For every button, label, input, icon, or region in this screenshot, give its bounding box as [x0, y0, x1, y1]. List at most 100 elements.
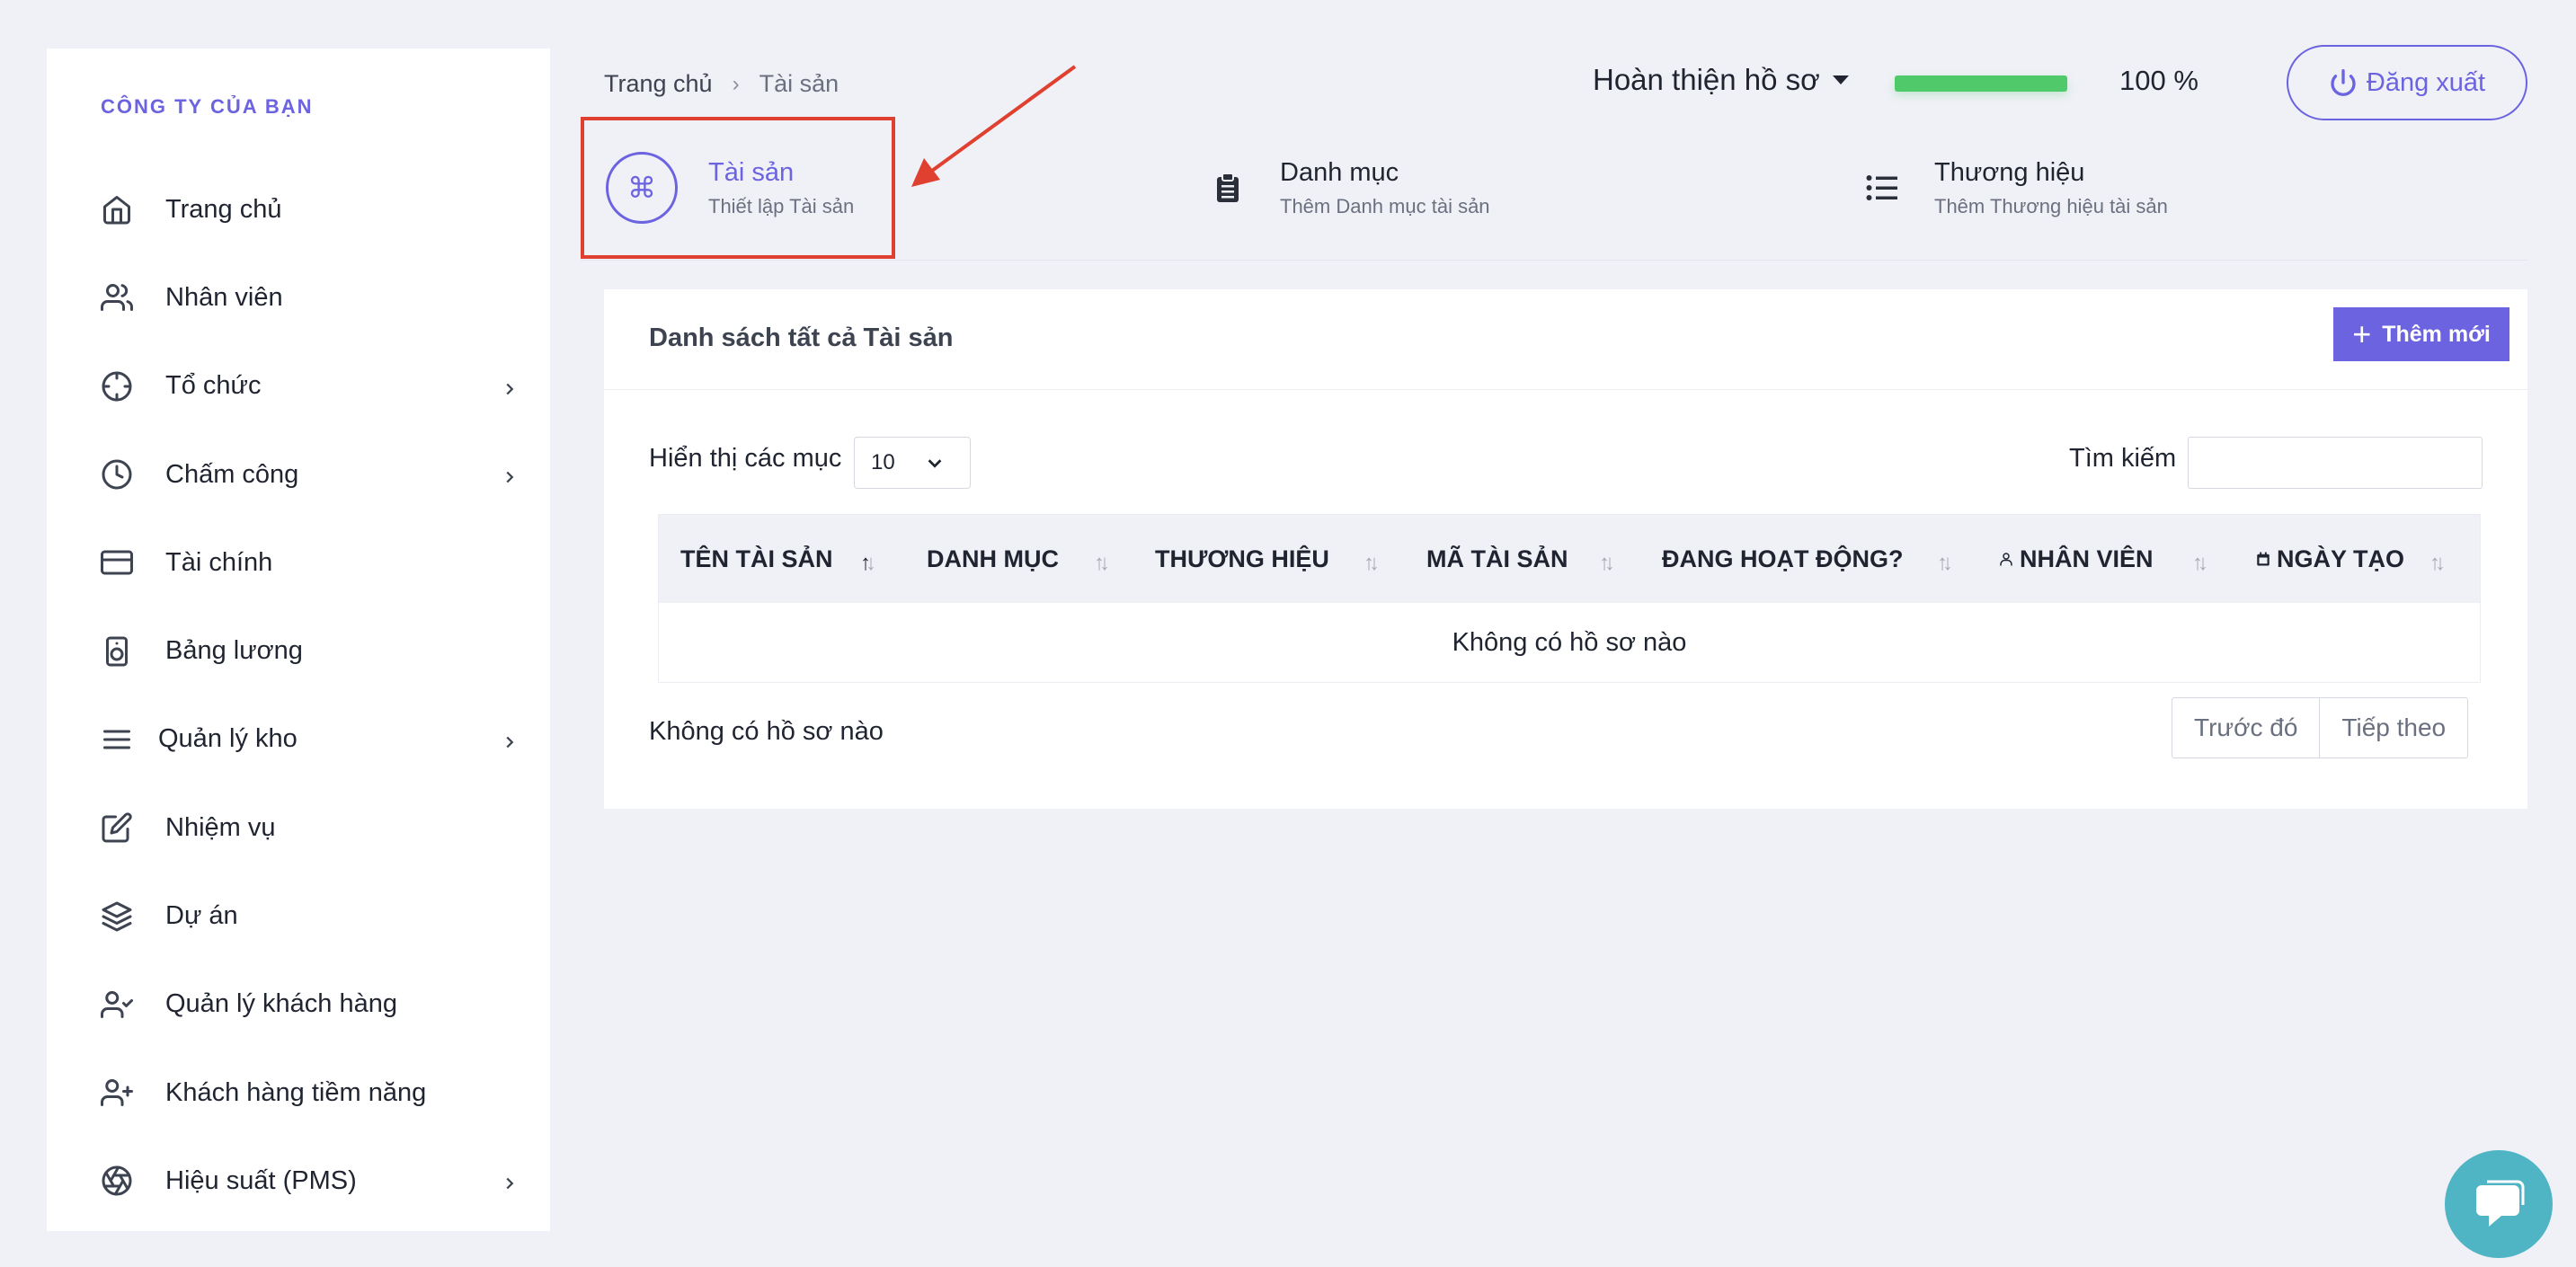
layers-icon	[99, 899, 135, 935]
chevron-right-icon	[500, 465, 520, 484]
tab-assets[interactable]: ⌘ Tài sản Thiết lập Tài sản	[581, 117, 895, 259]
table-info: Không có hồ sơ nào	[649, 717, 884, 746]
column-header-category[interactable]: DANH MỤC	[927, 515, 1059, 603]
sidebar-item-label: Dự án	[165, 901, 238, 931]
card-title: Danh sách tất cả Tài sản	[649, 323, 954, 352]
column-header-label: DANH MỤC	[927, 545, 1059, 572]
chevron-right-icon	[500, 377, 520, 396]
sidebar-item-label: Quản lý khách hàng	[165, 989, 397, 1019]
sidebar-item-label: Chấm công	[165, 459, 299, 489]
calendar-icon	[2257, 552, 2270, 566]
clock-icon	[99, 456, 135, 492]
tab-title: Tài sản	[708, 157, 795, 187]
asset-tabs: ⌘ Tài sản Thiết lập Tài sản Danh mục Thê…	[581, 117, 2527, 261]
sidebar-item-customers[interactable]: Quản lý khách hàng	[99, 961, 512, 1049]
search-label: Tìm kiếm	[2069, 444, 2177, 473]
progress-percent: 100 %	[2119, 65, 2198, 96]
tab-brands[interactable]: Thương hiệu Thêm Thương hiệu tài sản	[1864, 117, 2168, 259]
add-new-button[interactable]: + Thêm mới	[2333, 307, 2509, 361]
next-page-button[interactable]: Tiếp theo	[2319, 698, 2467, 758]
sort-icon: ↑↓	[2429, 551, 2446, 575]
tab-subtitle: Thiết lập Tài sản	[708, 194, 855, 217]
tab-title: Thương hiệu	[1934, 157, 2085, 187]
crosshair-icon	[99, 368, 135, 404]
plus-icon: +	[2352, 315, 2372, 352]
breadcrumb-current: Tài sản	[759, 70, 839, 97]
column-header-label: MÃ TÀI SẢN	[1426, 545, 1568, 572]
column-header-active[interactable]: ĐANG HOẠT ĐỘNG?	[1662, 515, 1903, 603]
sidebar-item-projects[interactable]: Dự án	[99, 872, 512, 960]
sort-icon: ↑↓	[1599, 551, 1615, 575]
tab-subtitle: Thêm Thương hiệu tài sản	[1934, 194, 2168, 217]
command-icon: ⌘	[606, 152, 678, 224]
user-icon	[2000, 553, 2012, 566]
chevron-right-icon	[500, 1171, 520, 1191]
column-header-asset-name[interactable]: TÊN TÀI SẢN	[680, 515, 833, 603]
user-check-icon	[99, 987, 135, 1023]
sidebar-item-organization[interactable]: Tổ chức	[99, 342, 514, 430]
profile-completion-dropdown[interactable]: Hoàn thiện hồ sơ	[1593, 63, 1849, 97]
sidebar-item-label: Bảng lương	[165, 636, 303, 666]
chat-icon	[2476, 1180, 2525, 1227]
column-header-label: NHÂN VIÊN	[2020, 545, 2154, 572]
progress-fill	[1895, 75, 2067, 92]
edit-icon	[99, 810, 135, 846]
sidebar-item-label: Nhân viên	[165, 282, 283, 312]
home-icon	[99, 191, 135, 227]
chat-widget-button[interactable]	[2445, 1150, 2553, 1258]
sidebar-item-label: Nhiệm vụ	[165, 812, 276, 842]
table-empty-row: Không có hồ sơ nào	[659, 603, 2480, 682]
sidebar-item-home[interactable]: Trang chủ	[99, 165, 512, 253]
column-header-label: TÊN TÀI SẢN	[680, 545, 833, 572]
logout-label: Đăng xuất	[2366, 67, 2486, 97]
profile-progress-bar	[1895, 75, 2067, 92]
sidebar: CÔNG TY CỦA BẠN Trang chủ Nhân viên Tổ c…	[47, 49, 550, 1231]
card-header: Danh sách tất cả Tài sản + Thêm mới	[604, 289, 2527, 390]
previous-page-button[interactable]: Trước đó	[2172, 698, 2319, 758]
sort-icon: ↑↓	[1364, 551, 1380, 575]
user-plus-icon	[99, 1075, 135, 1111]
users-icon	[99, 279, 135, 315]
aperture-icon	[99, 1163, 135, 1199]
column-header-employee[interactable]: NHÂN VIÊN	[1998, 515, 2154, 603]
add-new-label: Thêm mới	[2382, 321, 2491, 347]
breadcrumb-separator: ›	[732, 71, 740, 96]
sort-icon: ↑↓	[1094, 551, 1110, 575]
speaker-icon	[99, 634, 135, 669]
sidebar-item-inventory[interactable]: Quản lý kho	[99, 696, 514, 784]
sidebar-item-label: Khách hàng tiềm năng	[165, 1077, 427, 1107]
credit-card-icon	[99, 545, 135, 580]
annotation-arrow	[911, 65, 1077, 187]
search-input[interactable]	[2188, 437, 2483, 489]
tab-categories[interactable]: Danh mục Thêm Danh mục tài sản	[1210, 117, 1490, 259]
company-name: CÔNG TY CỦA BẠN	[101, 95, 314, 118]
profile-completion-label: Hoàn thiện hồ sơ	[1593, 63, 1820, 96]
caret-down-icon	[1832, 75, 1849, 84]
sidebar-item-performance[interactable]: Hiệu suất (PMS)	[99, 1137, 514, 1225]
breadcrumb-home-link[interactable]: Trang chủ	[604, 70, 713, 98]
page-length-value: 10	[871, 450, 895, 474]
page-length-label: Hiển thị các mục	[649, 444, 842, 473]
sidebar-nav: Trang chủ Nhân viên Tổ chức Chấm công Tà…	[99, 165, 514, 1226]
logout-button[interactable]: Đăng xuất	[2287, 45, 2527, 120]
sidebar-item-leads[interactable]: Khách hàng tiềm năng	[99, 1049, 512, 1137]
column-header-brand[interactable]: THƯƠNG HIỆU	[1155, 515, 1329, 603]
list-icon	[1864, 174, 1900, 201]
sidebar-item-attendance[interactable]: Chấm công	[99, 430, 514, 518]
sidebar-item-payroll[interactable]: Bảng lương	[99, 607, 512, 695]
column-header-created-date[interactable]: NGÀY TẠO	[2255, 515, 2404, 603]
sidebar-item-finance[interactable]: Tài chính	[99, 518, 512, 607]
column-header-asset-code[interactable]: MÃ TÀI SẢN	[1426, 515, 1568, 603]
chevron-down-icon	[928, 459, 942, 468]
pagination: Trước đó Tiếp theo	[2172, 697, 2469, 758]
sort-icon: ↑↓	[1937, 551, 1953, 575]
table-header: TÊN TÀI SẢN ↑↓ DANH MỤC ↑↓ THƯƠNG HIỆU ↑…	[659, 515, 2480, 603]
sidebar-item-tasks[interactable]: Nhiệm vụ	[99, 784, 512, 872]
clipboard-icon	[1210, 173, 1246, 203]
power-icon	[2331, 69, 2356, 96]
sidebar-item-label: Trang chủ	[165, 194, 282, 224]
sidebar-item-employees[interactable]: Nhân viên	[99, 253, 512, 341]
page-length-select[interactable]: 10	[854, 437, 971, 489]
menu-lines-icon	[99, 722, 135, 758]
chevron-right-icon	[500, 730, 520, 749]
